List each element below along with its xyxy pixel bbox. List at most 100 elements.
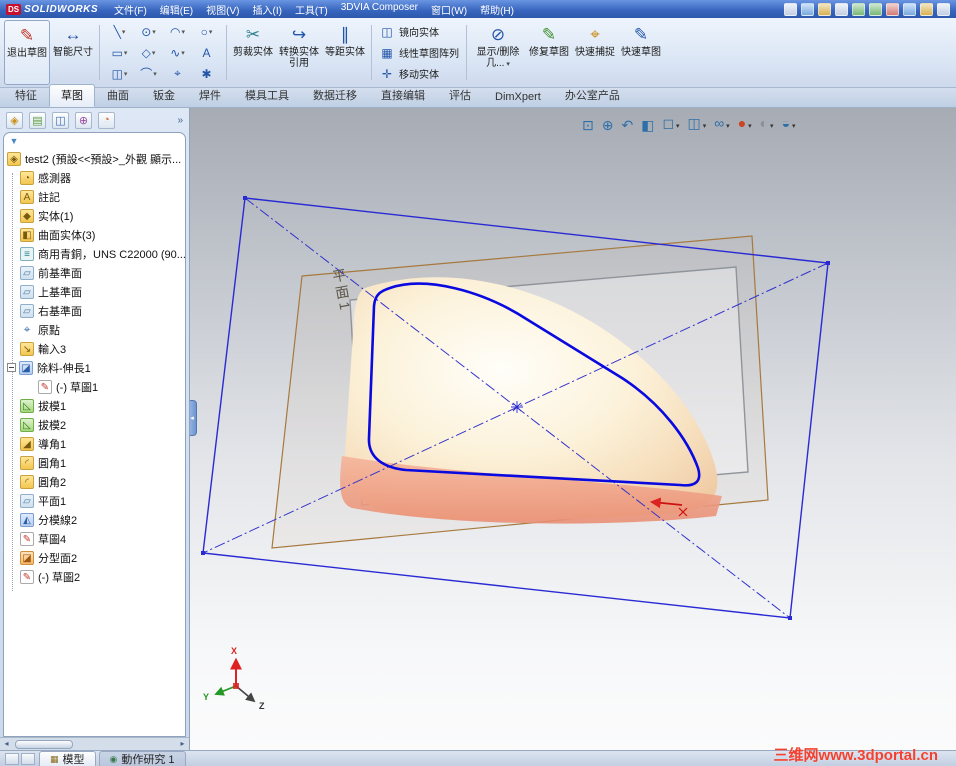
offset-entities-button[interactable]: ∥ 等距实体 (322, 20, 368, 85)
centerline-tool[interactable]: ⌖ (163, 63, 192, 84)
tab-surfaces[interactable]: 曲面 (95, 84, 141, 107)
line-tool[interactable]: ╲ (105, 21, 134, 42)
tree-item[interactable]: ↘ 輸入3 (4, 339, 185, 358)
split-view-icon[interactable] (5, 753, 19, 765)
apply-scene-icon[interactable]: ◐ (760, 114, 774, 136)
menu-3dvia-composer[interactable]: 3DVIA Composer (341, 2, 418, 17)
arc-tool[interactable]: ◠ (163, 21, 192, 42)
sketch-fillet-tool[interactable]: ⌒ (134, 63, 163, 84)
sketch-point[interactable] (243, 196, 247, 200)
scroll-right-icon[interactable] (176, 738, 189, 750)
new-document-icon[interactable] (784, 2, 797, 16)
quick-snaps-button[interactable]: ⌖ 快速捕捉 (572, 20, 618, 85)
scrollbar-thumb[interactable] (15, 739, 73, 749)
tab-dimxpert[interactable]: DimXpert (483, 88, 553, 107)
tab-sheet-metal[interactable]: 钣金 (141, 84, 187, 107)
displaymanager-tab-icon[interactable]: ◔ (98, 111, 115, 129)
propertymanager-tab-icon[interactable]: ▤ (29, 111, 46, 129)
tree-item[interactable]: ◔ 感測器 (4, 168, 185, 187)
tree-item[interactable]: A 註記 (4, 187, 185, 206)
tree-item[interactable]: ⌖ 原點 (4, 320, 185, 339)
linear-sketch-pattern-button[interactable]: ▦ 线性草图阵列 (379, 43, 459, 62)
configurationmanager-tab-icon[interactable]: ◫ (52, 111, 69, 129)
tab-office-products[interactable]: 办公室产品 (553, 84, 632, 107)
dimxpertmanager-tab-icon[interactable]: ⊕ (75, 111, 92, 129)
view-orientation-icon[interactable]: ◻ (662, 114, 679, 136)
panel-overflow-chevron-icon[interactable] (177, 115, 183, 126)
circle-tool[interactable]: ⊙ (134, 21, 163, 42)
help-icon[interactable] (937, 2, 950, 16)
tree-item[interactable]: ✎ 草圖4 (4, 529, 185, 548)
tree-item[interactable]: ▱ 前基準面 (4, 263, 185, 282)
tree-item[interactable]: ✎ (-) 草圖1 (4, 377, 185, 396)
tab-data-migration[interactable]: 数据迁移 (301, 84, 369, 107)
view-settings-icon[interactable]: ◒ (782, 114, 796, 136)
tree-item[interactable]: ◪ 分型面2 (4, 548, 185, 567)
menu-edit[interactable]: 编辑(E) (160, 2, 193, 17)
tree-item[interactable]: ◢ 導角1 (4, 434, 185, 453)
featuremanager-tab-icon[interactable]: ◈ (6, 111, 23, 129)
zoom-area-icon[interactable]: ⊕ (602, 116, 614, 134)
motion-study-tab[interactable]: 動作研究 1 (98, 751, 186, 766)
tab-features[interactable]: 特征 (3, 84, 49, 107)
tree-item[interactable]: ◜ 圓角2 (4, 472, 185, 491)
color-swatch-icon[interactable] (920, 2, 933, 16)
open-icon[interactable] (801, 2, 814, 16)
pane-layout-icon[interactable] (21, 753, 35, 765)
tree-item[interactable]: ≡ 商用青銅，UNS C22000 (90... (4, 244, 185, 263)
point-tool[interactable]: ✱ (192, 63, 221, 84)
menu-help[interactable]: 帮助(H) (480, 2, 514, 17)
tab-direct-editing[interactable]: 直接编辑 (369, 84, 437, 107)
tree-item[interactable]: ◺ 拔模2 (4, 415, 185, 434)
tab-mold-tools[interactable]: 模具工具 (233, 84, 301, 107)
smart-dimension-button[interactable]: ↔ 智能尺寸 (50, 20, 96, 85)
previous-view-icon[interactable]: ↶ (621, 116, 633, 134)
zoom-fit-icon[interactable]: ⊡ (582, 116, 594, 134)
sketch-point[interactable] (788, 616, 792, 620)
tab-sketch[interactable]: 草图 (49, 84, 95, 107)
spline-tool[interactable]: ∿ (163, 42, 192, 63)
rectangle-tool[interactable]: ▭ (105, 42, 134, 63)
panel-horizontal-scrollbar[interactable] (0, 737, 189, 750)
menu-file[interactable]: 文件(F) (114, 2, 147, 17)
convert-entities-button[interactable]: ↪ 转换实体引用 (276, 20, 322, 85)
sketch-point[interactable] (826, 261, 830, 265)
repair-sketch-button[interactable]: ✎ 修复草图 (526, 20, 572, 85)
mirror-entities-button[interactable]: ◫ 镜向实体 (379, 22, 459, 41)
tree-item[interactable]: ✎ (-) 草圖2 (4, 567, 185, 586)
model-tab[interactable]: 模型 (39, 751, 96, 766)
tab-weldments[interactable]: 焊件 (187, 84, 233, 107)
hide-show-items-icon[interactable]: ∞ (714, 114, 729, 136)
viewport-canvas[interactable]: X Y Z (190, 108, 956, 750)
graphics-viewport[interactable]: X Y Z ⊡ ⊕ ↶ ◧ ◻ ◫ ∞ ● ◐ ◒ 平面1 (190, 108, 956, 750)
exit-sketch-button[interactable]: ✎ 退出草图 (4, 20, 50, 85)
scroll-left-icon[interactable] (0, 738, 13, 750)
print-icon[interactable] (835, 2, 848, 16)
edit-appearance-icon[interactable]: ● (738, 114, 752, 136)
tree-item[interactable]: ◧ 曲面实体(3) (4, 225, 185, 244)
tree-item[interactable]: ▱ 平面1 (4, 491, 185, 510)
tree-item[interactable]: ▱ 右基準面 (4, 301, 185, 320)
tree-item[interactable]: ◜ 圓角1 (4, 453, 185, 472)
tree-item[interactable]: ◪ 除料-伸長1 (4, 358, 185, 377)
tree-item-root[interactable]: ◈ test2 (預設<<預設>_外觀 顯示... (4, 149, 185, 168)
rebuild-icon[interactable] (886, 2, 899, 16)
tree-item[interactable]: ◆ 实体(1) (4, 206, 185, 225)
panel-splitter-handle[interactable] (190, 400, 197, 436)
menu-insert[interactable]: 插入(I) (252, 2, 281, 17)
text-tool[interactable]: A (192, 42, 221, 63)
tree-item[interactable]: ◺ 拔模1 (4, 396, 185, 415)
filter-icon[interactable] (8, 135, 20, 147)
polygon-tool[interactable]: ◇ (134, 42, 163, 63)
undo-icon[interactable] (852, 2, 865, 16)
tab-evaluate[interactable]: 评估 (437, 84, 483, 107)
display-delete-relations-button[interactable]: ⊘ 显示/删除几... (470, 20, 526, 85)
sketch-point[interactable] (201, 551, 205, 555)
rapid-sketch-button[interactable]: ✎ 快速草图 (618, 20, 664, 85)
menu-window[interactable]: 窗口(W) (431, 2, 467, 17)
tree-item[interactable]: ▱ 上基準面 (4, 282, 185, 301)
tree-item[interactable]: ◭ 分模線2 (4, 510, 185, 529)
menu-view[interactable]: 视图(V) (206, 2, 239, 17)
redo-icon[interactable] (869, 2, 882, 16)
slot-tool[interactable]: ◫ (105, 63, 134, 84)
